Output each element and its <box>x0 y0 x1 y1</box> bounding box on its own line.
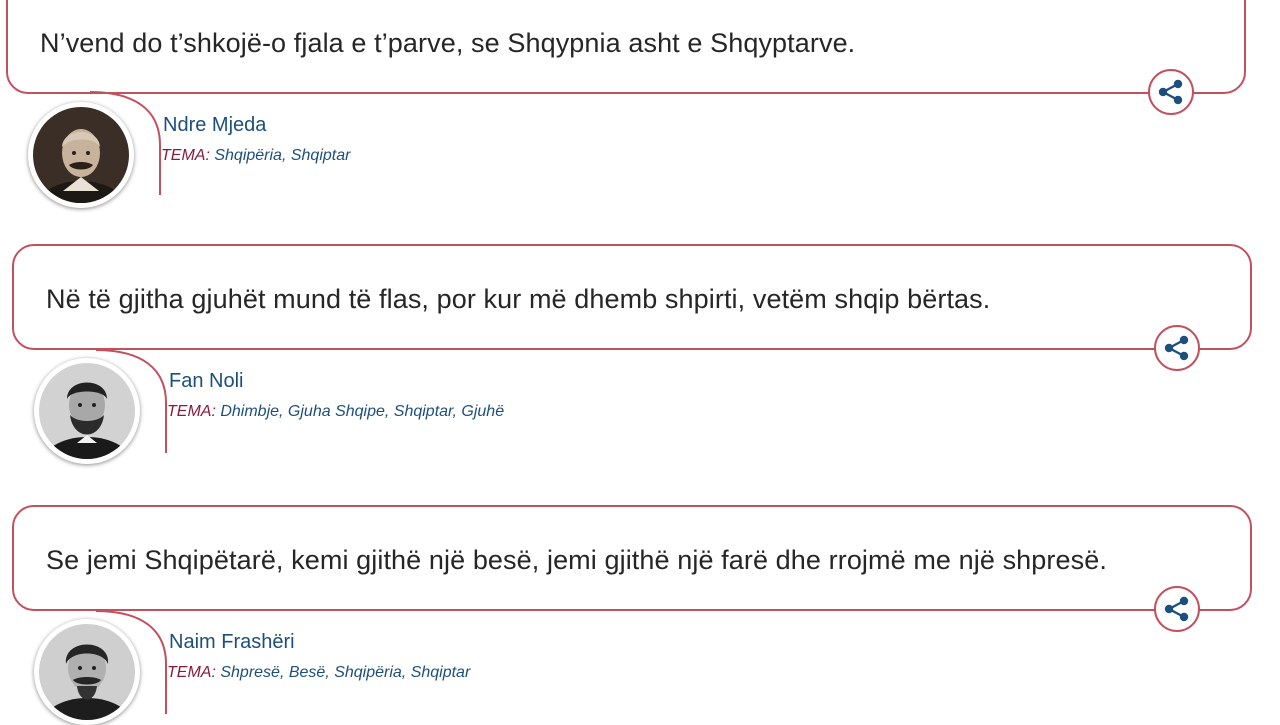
quote-text: N’vend do t’shkojë-o fjala e t’parve, se… <box>40 28 856 58</box>
topic-tag[interactable]: Shqiptar <box>291 147 351 164</box>
tema-label: TEMA: <box>167 403 216 420</box>
topic-tag[interactable]: Shqiptar <box>411 664 471 681</box>
author-name[interactable]: Fan Noli <box>169 370 243 393</box>
quote-card: Se jemi Shqipëtarë, kemi gjithë një besë… <box>0 505 1280 725</box>
topic-tag[interactable]: Shqipëria <box>334 664 402 681</box>
topic-tag[interactable]: Dhimbje <box>220 403 279 420</box>
author-name[interactable]: Ndre Mjeda <box>163 114 266 137</box>
topic-tag[interactable]: Shqipëria <box>214 147 282 164</box>
share-icon <box>1164 596 1189 622</box>
quote-topics: TEMA: Shqipëria, Shqiptar <box>161 147 350 165</box>
tag-separator: , <box>325 664 335 681</box>
tag-separator: , <box>384 403 394 420</box>
tema-label: TEMA: <box>167 664 216 681</box>
portrait-image <box>39 624 135 720</box>
tema-label: TEMA: <box>161 147 210 164</box>
share-icon <box>1158 79 1183 105</box>
quote-text: Se jemi Shqipëtarë, kemi gjithë një besë… <box>46 545 1107 575</box>
topic-tag[interactable]: Besë <box>289 664 325 681</box>
share-button[interactable] <box>1154 325 1200 371</box>
share-button[interactable] <box>1154 586 1200 632</box>
avatar[interactable] <box>34 358 140 464</box>
share-icon <box>1164 335 1189 361</box>
topic-tag[interactable]: Shqiptar <box>394 403 453 420</box>
portrait-image <box>39 363 135 459</box>
tag-separator: , <box>279 664 289 681</box>
tag-separator: , <box>281 147 291 164</box>
avatar[interactable] <box>34 619 140 725</box>
tag-separator: , <box>279 403 288 420</box>
topic-tag[interactable]: Shpresë <box>220 664 280 681</box>
topic-tag[interactable]: Gjuha Shqipe <box>288 403 385 420</box>
avatar[interactable] <box>28 102 134 208</box>
quote-topics: TEMA: Shpresë, Besë, Shqipëria, Shqiptar <box>167 664 470 682</box>
share-button[interactable] <box>1148 69 1194 115</box>
quote-topics: TEMA: Dhimbje, Gjuha Shqipe, Shqiptar, G… <box>167 403 504 421</box>
author-name[interactable]: Naim Frashëri <box>169 631 295 654</box>
quote-card: N’vend do t’shkojë-o fjala e t’parve, se… <box>0 0 1280 230</box>
topic-tag[interactable]: Gjuhë <box>461 403 504 420</box>
portrait-image <box>33 107 129 203</box>
tag-separator: , <box>401 664 411 681</box>
quote-card: Në të gjitha gjuhët mund të flas, por ku… <box>0 244 1280 474</box>
quote-text: Në të gjitha gjuhët mund të flas, por ku… <box>46 284 991 314</box>
